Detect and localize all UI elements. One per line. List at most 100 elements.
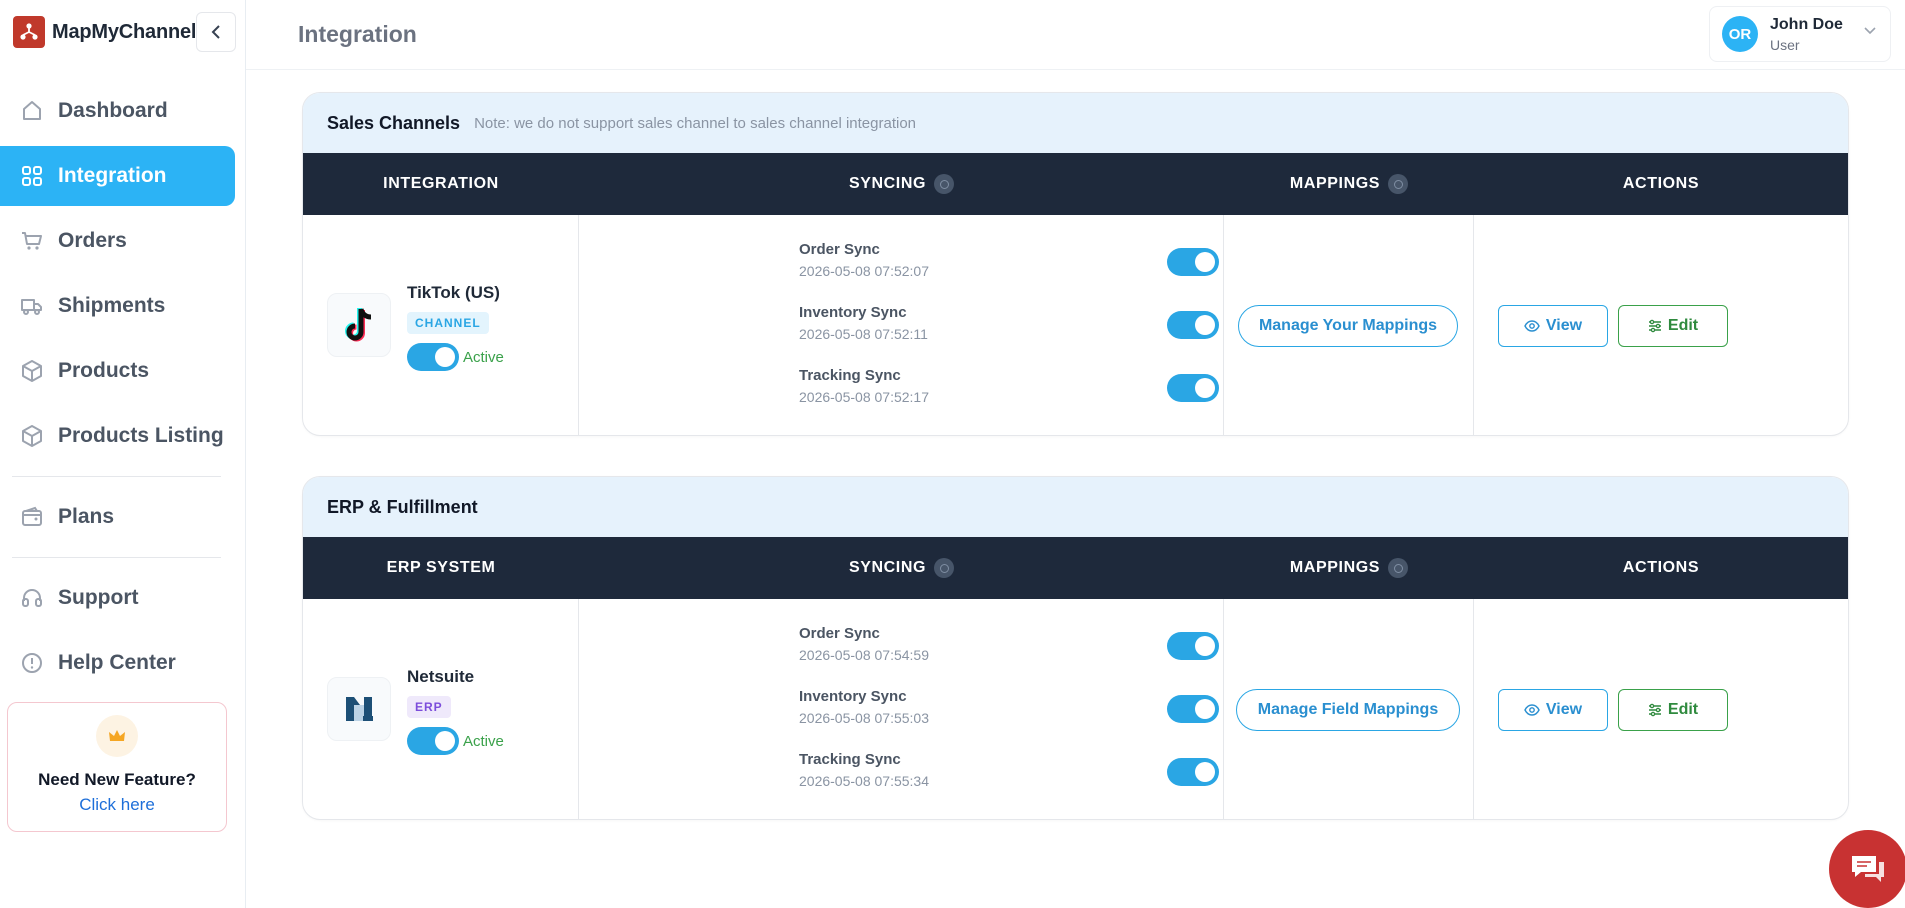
view-button[interactable]: View xyxy=(1498,305,1608,347)
user-menu[interactable]: OR John Doe User xyxy=(1709,6,1891,62)
erp-name: Netsuite xyxy=(407,667,475,686)
table-header: INTEGRATION SYNCING MAPPINGS ACTIONS xyxy=(303,153,1848,215)
erp-active-toggle[interactable] xyxy=(407,727,459,755)
crown-icon xyxy=(96,715,138,757)
column-label: SYNCING xyxy=(848,175,927,192)
actions-cell: View Edit xyxy=(1474,599,1848,819)
integration-type-badge: CHANNEL xyxy=(407,312,489,334)
column-label: SYNCING xyxy=(848,559,927,576)
sidebar-item-products[interactable]: Products xyxy=(0,341,235,401)
column-label: ERP SYSTEM xyxy=(386,559,496,576)
sync-name: Tracking Sync xyxy=(799,367,901,384)
mappings-cell: Manage Your Mappings xyxy=(1224,215,1474,435)
inventory-sync-toggle[interactable] xyxy=(1167,695,1219,723)
sync-name: Order Sync xyxy=(799,625,880,642)
view-label: View xyxy=(1545,317,1583,334)
tracking-sync-toggle[interactable] xyxy=(1167,758,1219,786)
edit-label: Edit xyxy=(1667,317,1699,334)
sidebar-item-label: Shipments xyxy=(58,294,166,317)
inventory-sync: Inventory Sync 2026-05-08 07:52:11 xyxy=(799,304,1219,354)
sync-name: Tracking Sync xyxy=(799,751,901,768)
box-icon xyxy=(19,423,45,449)
erp-fulfillment-section: ERP & Fulfillment ERP SYSTEM SYNCING MAP… xyxy=(302,476,1849,820)
info-icon[interactable] xyxy=(934,174,955,194)
integration-name: TikTok (US) xyxy=(407,283,500,302)
topbar: Integration xyxy=(246,0,1905,70)
column-header-syncing: SYNCING xyxy=(579,174,1224,194)
cart-icon xyxy=(19,228,45,254)
sales-channels-section: Sales Channels Note: we do not support s… xyxy=(302,92,1849,436)
page-title: Integration xyxy=(298,21,417,47)
sync-time: 2026-05-08 07:55:03 xyxy=(799,710,929,726)
home-icon xyxy=(19,98,45,124)
chat-icon xyxy=(1852,856,1884,882)
avatar: OR xyxy=(1722,16,1758,52)
edit-button[interactable]: Edit xyxy=(1618,305,1728,347)
nav-divider xyxy=(12,557,221,558)
table-row: TikTok (US) CHANNEL Active Order Sync 20… xyxy=(303,215,1848,435)
order-sync: Order Sync 2026-05-08 07:52:07 xyxy=(799,241,1219,291)
sync-time: 2026-05-08 07:54:59 xyxy=(799,647,929,663)
feature-request-link[interactable]: Click here xyxy=(79,795,155,815)
tracking-sync: Tracking Sync 2026-05-08 07:55:34 xyxy=(799,751,1219,801)
sync-name: Inventory Sync xyxy=(799,304,907,321)
info-icon[interactable] xyxy=(934,558,955,578)
integration-active-toggle[interactable] xyxy=(407,343,459,371)
column-header-actions: ACTIONS xyxy=(1474,559,1848,577)
sidebar-item-support[interactable]: Support xyxy=(0,568,235,628)
sidebar-item-integration[interactable]: Integration xyxy=(0,146,235,206)
section-note: Note: we do not support sales channel to… xyxy=(474,114,917,132)
wallet-icon xyxy=(19,504,45,530)
grid-icon xyxy=(19,163,45,189)
sidebar-item-dashboard[interactable]: Dashboard xyxy=(0,81,235,141)
table-row: Netsuite ERP Active Order Sync 2026-05-0… xyxy=(303,599,1848,819)
headset-icon xyxy=(19,585,45,611)
collapse-sidebar-button[interactable] xyxy=(196,12,236,52)
sidebar-item-plans[interactable]: Plans xyxy=(0,487,235,547)
section-header: ERP & Fulfillment xyxy=(303,477,1848,537)
inventory-sync-toggle[interactable] xyxy=(1167,311,1219,339)
user-name: John Doe xyxy=(1770,15,1843,33)
sidebar-item-label: Dashboard xyxy=(58,99,168,122)
view-button[interactable]: View xyxy=(1498,689,1608,731)
chat-widget-button[interactable] xyxy=(1829,830,1905,908)
table-header: ERP SYSTEM SYNCING MAPPINGS ACTIONS xyxy=(303,537,1848,599)
sidebar-item-products-listing[interactable]: Products Listing xyxy=(0,406,235,466)
manage-mappings-button[interactable]: Manage Your Mappings xyxy=(1238,305,1458,347)
eye-icon xyxy=(1524,704,1540,716)
column-label: ACTIONS xyxy=(1622,559,1700,576)
erp-type-badge: ERP xyxy=(407,696,451,718)
status-text: Active xyxy=(463,349,504,366)
box-icon xyxy=(19,358,45,384)
tracking-sync-toggle[interactable] xyxy=(1167,374,1219,402)
section-title: ERP & Fulfillment xyxy=(327,496,478,517)
column-header-erp-system: ERP SYSTEM xyxy=(303,559,579,577)
info-icon[interactable] xyxy=(1388,558,1409,578)
syncing-cell: Order Sync 2026-05-08 07:52:07 Inventory… xyxy=(579,215,1224,435)
status-text: Active xyxy=(463,733,504,750)
tiktok-logo-icon xyxy=(327,293,391,357)
sidebar-item-shipments[interactable]: Shipments xyxy=(0,276,235,336)
column-label: INTEGRATION xyxy=(383,175,499,192)
sidebar-item-label: Support xyxy=(58,586,139,609)
sliders-icon xyxy=(1648,319,1662,333)
info-icon[interactable] xyxy=(1388,174,1409,194)
sidebar-item-orders[interactable]: Orders xyxy=(0,211,235,271)
user-role: User xyxy=(1770,36,1800,53)
eye-icon xyxy=(1524,320,1540,332)
truck-icon xyxy=(19,293,45,319)
sidebar-item-label: Orders xyxy=(58,229,127,252)
order-sync-toggle[interactable] xyxy=(1167,248,1219,276)
sidebar-nav: Dashboard Integration Orders Shipments P… xyxy=(0,81,245,693)
sidebar-item-label: Help Center xyxy=(58,651,176,674)
sliders-icon xyxy=(1648,703,1662,717)
order-sync-toggle[interactable] xyxy=(1167,632,1219,660)
edit-button[interactable]: Edit xyxy=(1618,689,1728,731)
sidebar-item-help-center[interactable]: Help Center xyxy=(0,633,235,693)
manage-field-mappings-button[interactable]: Manage Field Mappings xyxy=(1236,689,1460,731)
feature-title: Need New Feature? xyxy=(38,770,196,789)
column-label: MAPPINGS xyxy=(1289,559,1381,576)
sync-name: Inventory Sync xyxy=(799,688,907,705)
column-header-actions: ACTIONS xyxy=(1474,175,1848,193)
section-title: Sales Channels xyxy=(327,112,461,133)
